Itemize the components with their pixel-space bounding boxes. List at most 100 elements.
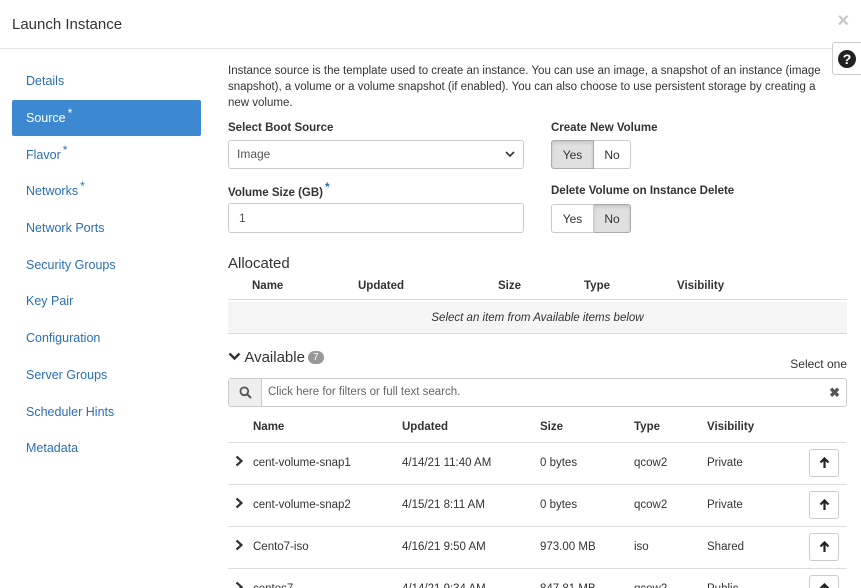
sidebar-item-label: Scheduler Hints (26, 404, 115, 419)
sidebar-item-label: Network Ports (26, 221, 105, 236)
sidebar-item-label: Networks (26, 184, 79, 199)
table-row[interactable]: cent-volume-snap2 4/15/21 8:11 AM 0 bytes q… (228, 485, 847, 527)
available-toggle[interactable]: Available 7 (228, 349, 324, 366)
allocated-col-size: Size (498, 280, 522, 292)
sidebar-item-details[interactable]: Details (12, 63, 201, 100)
cell-type: qcow2 (634, 499, 668, 511)
chevron-right-icon[interactable] (234, 538, 244, 554)
volume-size-label-text: Volume Size (GB) (228, 187, 323, 199)
delete-volume-toggle: Yes No (551, 204, 631, 233)
chevron-down-icon (505, 149, 515, 162)
allocated-col-name: Name (252, 280, 284, 292)
sidebar-item-label: Security Groups (26, 257, 116, 272)
sidebar-item-network-ports[interactable]: Network Ports (12, 210, 201, 247)
table-row[interactable]: centos7 4/14/21 9:34 AM 847.81 MB qcow2 Publ… (228, 569, 847, 588)
sidebar-item-key-pair[interactable]: Key Pair (12, 283, 201, 320)
available-count-badge: 7 (307, 351, 324, 364)
create-volume-no-button[interactable]: No (594, 140, 631, 169)
sidebar-item-label: Metadata (26, 441, 79, 456)
cell-name: Cento7-iso (253, 541, 309, 553)
sidebar-item-label: Flavor (26, 147, 61, 162)
available-col-visibility: Visibility (707, 421, 755, 433)
sidebar-item-server-groups[interactable]: Server Groups (12, 357, 201, 394)
available-col-size: Size (540, 421, 564, 433)
cell-visibility: Shared (707, 541, 745, 553)
sidebar-item-security-groups[interactable]: Security Groups (12, 246, 201, 283)
volume-size-label: Volume Size (GB) * (228, 180, 330, 199)
clear-search-icon[interactable]: ✖ (829, 385, 840, 401)
create-volume-toggle: Yes No (551, 140, 631, 169)
cell-visibility: Private (707, 457, 743, 469)
required-mark: * (80, 179, 85, 194)
allocated-col-type: Type (584, 280, 610, 292)
chevron-right-icon[interactable] (234, 454, 244, 470)
table-row[interactable]: Cento7-iso 4/16/21 9:50 AM 973.00 MB iso Sha… (228, 527, 847, 569)
cell-visibility: Public (707, 583, 738, 588)
sidebar-item-source[interactable]: Source * (12, 99, 201, 137)
cell-updated: 4/14/21 11:40 AM (402, 457, 492, 469)
sidebar-item-label: Source (26, 111, 66, 126)
cell-name: cent-volume-snap1 (253, 457, 351, 469)
boot-source-value: Image (237, 147, 271, 161)
allocated-col-visibility: Visibility (677, 280, 725, 292)
required-mark: * (62, 142, 68, 157)
available-col-updated: Updated (402, 421, 448, 433)
cell-name: cent-volume-snap2 (253, 499, 351, 511)
delete-volume-label: Delete Volume on Instance Delete (551, 185, 735, 197)
available-title: Available (244, 349, 305, 366)
modal-title: Launch Instance (12, 16, 123, 33)
delete-volume-yes-button[interactable]: Yes (551, 204, 594, 233)
arrow-up-icon (819, 457, 829, 468)
allocate-button[interactable] (809, 533, 839, 561)
arrow-up-icon (819, 499, 829, 510)
sidebar-item-flavor[interactable]: Flavor * (12, 136, 201, 173)
cell-updated: 4/14/21 9:34 AM (402, 583, 486, 588)
create-volume-label: Create New Volume (551, 122, 658, 134)
arrow-up-icon (819, 583, 829, 588)
sidebar-item-label: Key Pair (26, 294, 74, 309)
wizard-nav: Details Source * Flavor * Networks * Network Po… (12, 63, 201, 467)
cell-size: 973.00 MB (540, 541, 596, 553)
chevron-right-icon[interactable] (234, 496, 244, 512)
sidebar-item-scheduler-hints[interactable]: Scheduler Hints (12, 393, 201, 430)
close-icon[interactable]: × (837, 10, 849, 33)
allocated-table-header: Name Updated Size Type Visibility (228, 276, 847, 300)
allocated-col-updated: Updated (358, 280, 404, 292)
chevron-down-icon (228, 352, 241, 361)
available-col-name: Name (253, 421, 285, 433)
modal-header: Launch Instance × (0, 0, 861, 49)
cell-visibility: Private (707, 499, 743, 511)
boot-source-select[interactable]: Image (228, 140, 524, 169)
allocate-button[interactable] (809, 491, 839, 519)
sidebar-item-label: Server Groups (26, 367, 108, 382)
source-intro: Instance source is the template used to … (228, 65, 821, 109)
cell-size: 0 bytes (540, 499, 578, 511)
allocated-empty-message: Select an item from Available items belo… (228, 302, 847, 334)
chevron-right-icon[interactable] (234, 580, 244, 588)
allocate-button[interactable] (809, 449, 839, 477)
table-row[interactable]: cent-volume-snap1 4/14/21 11:40 AM 0 bytes… (228, 443, 847, 485)
sidebar-item-label: Details (26, 74, 65, 89)
available-search-bar[interactable]: Click here for filters or full text sear… (228, 378, 847, 407)
cell-updated: 4/15/21 8:11 AM (402, 499, 485, 511)
required-mark: * (67, 106, 73, 121)
delete-volume-no-button[interactable]: No (594, 204, 631, 233)
volume-size-input[interactable]: 1 (228, 203, 524, 233)
allocated-title: Allocated (228, 255, 290, 272)
cell-type: qcow2 (634, 583, 667, 588)
search-input[interactable]: Click here for filters or full text sear… (268, 386, 460, 398)
available-col-type: Type (634, 421, 660, 433)
boot-source-label: Select Boot Source (228, 122, 334, 134)
cell-size: 0 bytes (540, 457, 578, 469)
select-one-hint: Select one (790, 357, 847, 371)
cell-size: 847.81 MB (540, 583, 596, 588)
sidebar-item-networks[interactable]: Networks * (12, 173, 201, 210)
source-step: Instance source is the template used to … (228, 63, 847, 588)
required-mark: * (325, 180, 330, 194)
create-volume-yes-button[interactable]: Yes (551, 140, 594, 169)
arrow-up-icon (819, 541, 829, 552)
cell-type: iso (634, 541, 649, 553)
sidebar-item-metadata[interactable]: Metadata (12, 430, 201, 467)
allocate-button[interactable] (809, 575, 839, 588)
sidebar-item-configuration[interactable]: Configuration (12, 320, 201, 357)
